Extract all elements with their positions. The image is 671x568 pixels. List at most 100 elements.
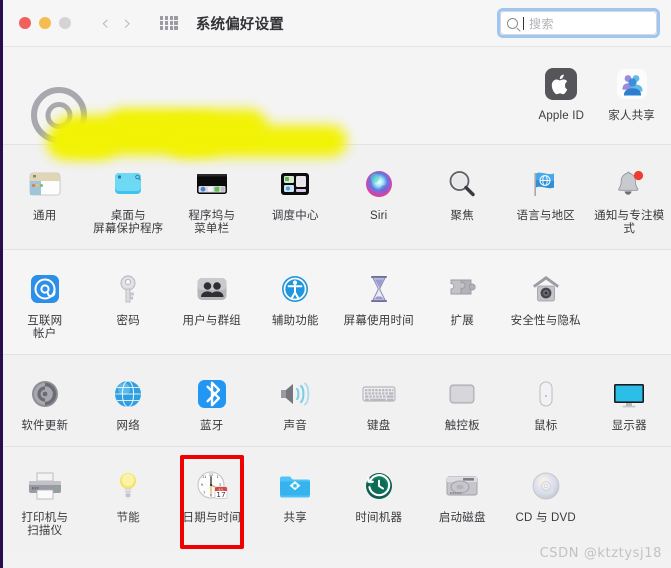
pref-item-siri[interactable]: Siri	[337, 157, 421, 243]
pref-item-cd-dvd[interactable]: CD 与 DVD	[504, 459, 588, 545]
pref-item-sharing[interactable]: 共享	[254, 459, 338, 545]
show-all-grid-icon[interactable]	[159, 16, 178, 30]
minimize-button[interactable]	[39, 17, 51, 29]
pref-item-keyboard[interactable]: 键盘	[337, 367, 421, 440]
pref-item-screen-time[interactable]: 屏幕使用时间	[337, 262, 421, 348]
pref-item-extensions[interactable]: 扩展	[421, 262, 505, 348]
pref-item-spotlight[interactable]: 聚焦	[421, 157, 505, 243]
bluetooth-icon	[190, 372, 234, 416]
preferences-section-2: 互联网 帐户 密码 用户与群组 辅助功能 屏幕使用时间 扩展 安全性与隐私	[3, 250, 671, 355]
pref-item-desktop-screensaver[interactable]: 桌面与 屏幕保护程序	[87, 157, 171, 243]
svg-text:11: 11	[202, 475, 206, 479]
sound-speaker-icon	[273, 372, 317, 416]
pref-item-sound[interactable]: 声音	[254, 367, 338, 440]
general-icon	[23, 162, 67, 206]
forward-chevron-icon[interactable]: ›	[123, 12, 131, 34]
pref-item-startup-disk[interactable]: 启动磁盘	[421, 459, 505, 545]
close-button[interactable]	[19, 17, 31, 29]
pref-item-label: 桌面与 屏幕保护程序	[93, 210, 164, 235]
avatar[interactable]	[31, 87, 87, 143]
pref-item-label: 程序坞与 菜单栏	[188, 210, 236, 235]
calendar-day: 17	[216, 490, 226, 499]
displays-icon	[607, 372, 651, 416]
pref-item-language-region[interactable]: 语言与地区	[504, 157, 588, 243]
svg-text:7: 7	[203, 491, 205, 495]
pref-item-users-groups[interactable]: 用户与群组	[170, 262, 254, 348]
pref-item-network[interactable]: 网络	[87, 367, 171, 440]
internet-accounts-icon	[23, 267, 67, 311]
pref-item-family-sharing[interactable]: 家人共享	[606, 57, 657, 130]
pref-item-bluetooth[interactable]: 蓝牙	[170, 367, 254, 440]
mouse-icon	[524, 372, 568, 416]
system-preferences-window: ‹ › 系统偏好设置 搜索 Apple ID 家人共享 通用 桌面与 屏幕保护程…	[0, 0, 671, 568]
pref-item-notifications-focus[interactable]: 通知与专注模式	[588, 157, 671, 243]
preferences-section-1: 通用 桌面与 屏幕保护程序 程序坞与 菜单栏 调度中心 Siri 聚焦 语言与地…	[3, 145, 671, 250]
pref-item-displays[interactable]: 显示器	[588, 367, 671, 440]
time-machine-icon	[357, 464, 401, 508]
pref-item-label: 声音	[283, 420, 307, 432]
pref-item-dock-menubar[interactable]: 程序坞与 菜单栏	[170, 157, 254, 243]
pref-item-label: 安全性与隐私	[510, 315, 581, 327]
search-placeholder: 搜索	[529, 16, 555, 31]
trackpad-icon	[440, 372, 484, 416]
preferences-grid: 互联网 帐户 密码 用户与群组 辅助功能 屏幕使用时间 扩展 安全性与隐私	[3, 262, 671, 348]
pref-item-label: 聚焦	[450, 210, 474, 222]
pref-item-printers-scanners[interactable]: 打印机与 扫描仪	[3, 459, 87, 545]
date-time-clock-icon: 1213 567 911 JUL 17	[190, 464, 234, 508]
grid-dot	[174, 16, 178, 20]
preferences-grid: 通用 桌面与 屏幕保护程序 程序坞与 菜单栏 调度中心 Siri 聚焦 语言与地…	[3, 157, 671, 243]
svg-text:1: 1	[216, 475, 218, 479]
search-field[interactable]: 搜索	[497, 8, 660, 38]
pref-item-accessibility[interactable]: 辅助功能	[254, 262, 338, 348]
software-update-icon	[23, 372, 67, 416]
apple-id-icon	[539, 62, 583, 106]
grid-dot	[164, 16, 169, 20]
grid-dot	[159, 16, 164, 20]
pref-item-software-update[interactable]: 软件更新	[3, 367, 87, 440]
text-caret	[523, 16, 524, 30]
grid-dot	[174, 26, 178, 30]
accessibility-icon	[273, 267, 317, 311]
screen-time-hourglass-icon	[357, 267, 401, 311]
language-region-icon	[524, 162, 568, 206]
pref-item-time-machine[interactable]: 时间机器	[337, 459, 421, 545]
pref-item-apple-id[interactable]: Apple ID	[536, 57, 586, 130]
printers-scanners-icon	[23, 464, 67, 508]
pref-item-label: 节能	[116, 512, 140, 524]
grid-dot	[169, 26, 173, 30]
pref-item-general[interactable]: 通用	[3, 157, 87, 243]
page-title: 系统偏好设置	[195, 16, 285, 33]
pref-item-label: 语言与地区	[516, 210, 575, 222]
pref-item-energy-saver[interactable]: 节能	[87, 459, 171, 545]
grid-dot	[169, 21, 173, 25]
pref-item-label: 显示器	[611, 420, 647, 432]
pref-item-label: 时间机器	[355, 512, 403, 524]
preferences-grid: 打印机与 扫描仪 节能 12 1 3 6 7 9 11 JUL 17 日期与时间…	[3, 455, 671, 549]
keyboard-icon	[357, 372, 401, 416]
grid-dot	[164, 26, 169, 30]
extensions-puzzle-icon	[440, 267, 484, 311]
search-input[interactable]: 搜索	[500, 11, 657, 35]
back-chevron-icon[interactable]: ‹	[101, 12, 109, 34]
search-icon	[507, 17, 518, 29]
pref-item-security-privacy[interactable]: 安全性与隐私	[504, 262, 588, 348]
sharing-folder-icon	[273, 464, 317, 508]
pref-item-label: 打印机与 扫描仪	[21, 512, 69, 537]
pref-item-mouse[interactable]: 鼠标	[504, 367, 588, 440]
pref-item-date-time[interactable]: 1213 567 911 JUL 17 日期与时间	[170, 455, 254, 549]
pref-item-label: 互联网 帐户	[27, 315, 63, 340]
passwords-key-icon	[106, 267, 150, 311]
pref-item-passwords[interactable]: 密码	[87, 262, 171, 348]
network-globe-icon	[106, 372, 150, 416]
pref-item-internet-accounts[interactable]: 互联网 帐户	[3, 262, 87, 348]
pref-item-label: 日期与时间	[182, 512, 241, 524]
pref-item-trackpad[interactable]: 触控板	[421, 367, 505, 440]
siri-icon	[357, 162, 401, 206]
pref-item-mission-control[interactable]: 调度中心	[254, 157, 338, 243]
titlebar: ‹ › 系统偏好设置 搜索	[3, 0, 671, 47]
grid-dot	[164, 21, 169, 25]
users-groups-icon	[190, 267, 234, 311]
pref-item-label: CD 与 DVD	[515, 512, 576, 524]
notifications-focus-icon	[607, 162, 651, 206]
pref-item-label: 蓝牙	[200, 420, 224, 432]
